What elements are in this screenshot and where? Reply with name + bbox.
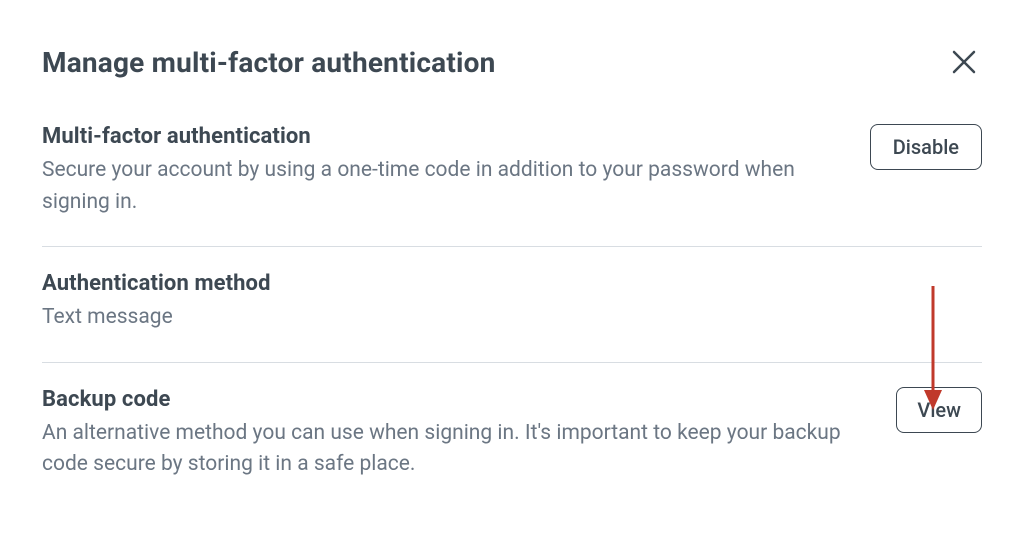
backup-code-section: Backup code An alternative method you ca… (42, 363, 982, 509)
mfa-text: Multi-factor authentication Secure your … (42, 124, 870, 218)
modal-title: Manage multi-factor authentication (42, 46, 496, 79)
auth-method-value: Text message (42, 302, 954, 334)
mfa-section: Multi-factor authentication Secure your … (42, 124, 982, 247)
auth-method-section: Authentication method Text message (42, 247, 982, 363)
mfa-settings-modal: Manage multi-factor authentication Multi… (0, 0, 1024, 549)
backup-code-title: Backup code (42, 387, 868, 412)
mfa-section-description: Secure your account by using a one-time … (42, 155, 842, 218)
backup-code-text: Backup code An alternative method you ca… (42, 387, 896, 481)
auth-method-text: Authentication method Text message (42, 271, 982, 334)
close-icon (950, 48, 978, 76)
backup-code-description: An alternative method you can use when s… (42, 418, 868, 481)
modal-header: Manage multi-factor authentication (42, 44, 982, 80)
mfa-section-title: Multi-factor authentication (42, 124, 842, 149)
annotation-arrow-icon (918, 284, 948, 414)
disable-button[interactable]: Disable (870, 124, 982, 170)
close-button[interactable] (946, 44, 982, 80)
auth-method-title: Authentication method (42, 271, 954, 296)
